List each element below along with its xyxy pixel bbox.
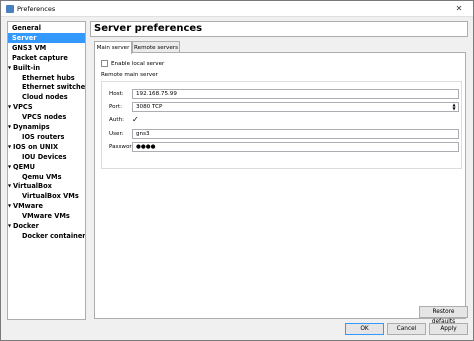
sidebar-item[interactable]: ▼ IOS on UNIX [8, 142, 85, 152]
sidebar-item-label: General [12, 24, 42, 32]
sidebar-item[interactable]: VMware VMs [22, 211, 85, 221]
sidebar-item[interactable]: IOS routers [22, 132, 85, 142]
sidebar-item-label: Qemu VMs [22, 172, 62, 181]
sidebar-item-label: Cloud nodes [22, 93, 68, 102]
sidebar-item-label: Ethernet switches [22, 83, 86, 92]
page-header: Server preferences [90, 21, 468, 37]
enable-local-server-row[interactable]: Enable local server [101, 60, 164, 68]
remote-main-server-group: Host: 192.168.75.99 Port: 3080 TCP ▲ ▼ Au… [101, 81, 462, 169]
sidebar-item-label: GNS3 VM [12, 43, 47, 52]
sidebar-item-label: Packet capture [12, 53, 68, 62]
sidebar-item[interactable]: IOU Devices [22, 152, 85, 162]
sidebar-item[interactable]: ▼ QEMU [8, 162, 85, 172]
sidebar-item-label: Docker containers [22, 231, 86, 240]
sidebar-item-label: IOS on UNIX [13, 142, 59, 151]
window-title: Preferences [17, 5, 56, 13]
sidebar-item-label: VPCS [13, 103, 33, 112]
sidebar-item[interactable]: VirtualBox VMs [22, 191, 85, 201]
port-spinbox[interactable]: 3080 TCP ▲ ▼ [132, 102, 459, 112]
cancel-button[interactable]: Cancel [387, 323, 426, 335]
sidebar-item-label: VMware VMs [22, 212, 70, 221]
sidebar-item-label: VirtualBox [13, 182, 52, 191]
sidebar-item[interactable]: Docker containers [22, 231, 86, 241]
spin-arrows-icon[interactable]: ▲ ▼ [451, 103, 457, 111]
restore-defaults-button[interactable]: Restore defaults [419, 306, 468, 325]
sidebar-item[interactable]: ▼ VMware [8, 201, 85, 211]
tab-panel: Enable local server Remote main server H… [94, 52, 466, 319]
sidebar-item-label: VMware [13, 202, 43, 211]
sidebar-item[interactable]: ▼ VirtualBox [8, 181, 85, 191]
sidebar-item-label: VirtualBox VMs [22, 192, 79, 201]
sidebar-item[interactable]: Server [8, 32, 85, 43]
enable-local-server-checkbox[interactable] [101, 60, 108, 67]
port-value: 3080 TCP [136, 104, 163, 110]
sidebar-item-label: Docker [13, 222, 39, 230]
host-label: Host: [109, 91, 124, 97]
preferences-tree[interactable]: General Server GNS3 VM Packet capture ▼ Built… [7, 21, 86, 320]
sidebar-item[interactable]: GNS3 VM [12, 43, 85, 53]
sidebar-item[interactable]: Ethernet switches [22, 82, 86, 92]
auth-label: Auth: [109, 117, 124, 123]
preferences-window: Preferences ✕ General Server GNS3 VM Packet… [0, 0, 474, 341]
sidebar-item-label: Dynamips [13, 123, 50, 131]
sidebar-item-label: IOS routers [22, 132, 65, 141]
sidebar-item[interactable]: ▼ VPCS [8, 102, 85, 112]
sidebar-item[interactable]: ▼ Built-in [8, 63, 85, 73]
enable-local-server-label: Enable local server [111, 61, 165, 67]
sidebar-item-label: IOU Devices [22, 152, 67, 161]
tab-main-server[interactable]: Main server [94, 41, 132, 54]
auth-checkbox[interactable]: ✓ [132, 115, 139, 124]
sidebar-item-label: Built-in [13, 63, 41, 72]
sidebar-item-label: Ethernet hubs [22, 73, 75, 82]
host-field[interactable]: 192.168.75.99 [132, 89, 459, 99]
sidebar-item[interactable]: ▼ Dynamips [8, 122, 85, 132]
main-panel: Server preferences Main server Remote se… [90, 21, 468, 320]
page-title: Server preferences [94, 23, 203, 34]
sidebar-item-label: QEMU [13, 162, 36, 171]
ok-button[interactable]: OK [345, 323, 384, 335]
port-label: Port: [109, 104, 122, 110]
checkmark-icon: ✓ [132, 115, 139, 124]
close-icon[interactable]: ✕ [447, 3, 471, 15]
remote-main-server-label: Remote main server [101, 72, 158, 78]
apply-button[interactable]: Apply [429, 323, 468, 335]
sidebar-item[interactable]: VPCS nodes [22, 112, 85, 122]
sidebar-item[interactable]: Cloud nodes [22, 92, 85, 102]
sidebar-item-label: VPCS nodes [22, 113, 67, 122]
user-label: User: [109, 131, 124, 137]
gns3-icon [6, 5, 14, 13]
sidebar-item[interactable]: Qemu VMs [22, 172, 85, 182]
password-field[interactable]: ●●●● [132, 142, 459, 152]
sidebar-item[interactable]: ▼ Docker [8, 221, 85, 231]
sidebar-item[interactable]: Ethernet hubs [22, 73, 85, 83]
sidebar-item-label: Server [12, 33, 37, 42]
sidebar-item[interactable]: General [12, 23, 85, 33]
user-field[interactable]: gns3 [132, 129, 459, 139]
title-bar: Preferences ✕ [1, 1, 473, 17]
sidebar-item[interactable]: Packet capture [12, 53, 85, 63]
